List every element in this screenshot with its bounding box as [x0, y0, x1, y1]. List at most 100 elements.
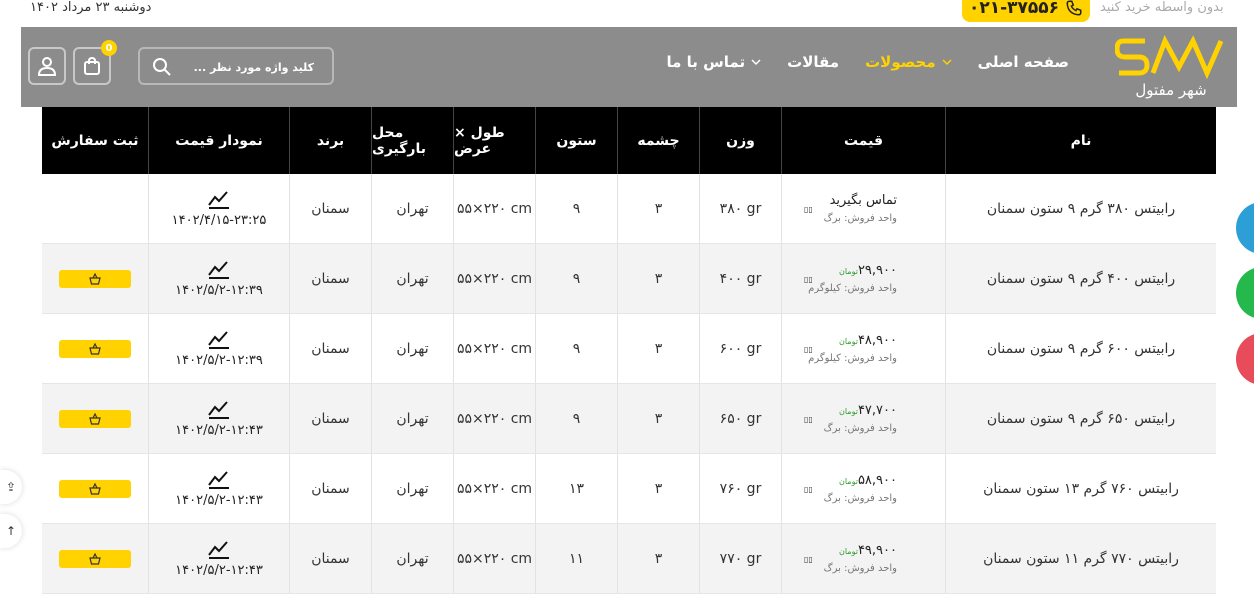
add-to-cart-button[interactable] — [59, 409, 131, 428]
product-columns: ۹ — [535, 174, 617, 243]
product-price: ۴۹,۹۰۰تومان واحد فروش: برگ ▯▯ — [781, 524, 945, 593]
line-chart-icon — [208, 261, 229, 279]
chevron-down-icon — [751, 59, 761, 66]
main-nav: صفحه اصلی محصولات مقالات تماس با ما — [666, 53, 1069, 71]
whatsapp-float-button[interactable] — [1236, 267, 1254, 319]
price-value: ۵۸,۹۰۰ — [857, 473, 897, 488]
search-input[interactable] — [174, 55, 314, 79]
price-line: ۴۹,۹۰۰تومان — [839, 543, 897, 558]
order-cell — [42, 244, 148, 313]
table-row: رابیتس ۴۰۰ گرم ۹ ستون سمنان ۲۹,۹۰۰تومان وا… — [42, 244, 1216, 314]
site-logo[interactable]: شهر مفتول — [1115, 33, 1227, 99]
phone-number: ۰۲۱-۳۷۵۵۶ — [968, 0, 1060, 18]
sale-unit: واحد فروش: برگ — [823, 213, 897, 224]
product-name[interactable]: رابیتس ۳۸۰ گرم ۹ ستون سمنان — [945, 174, 1216, 243]
basket-icon — [89, 482, 101, 495]
chevron-down-icon — [942, 59, 952, 66]
price-chart-link[interactable]: ۱۴۰۲/۵/۲-۱۲:۳۹ — [148, 314, 289, 383]
nav-contact[interactable]: تماس با ما — [666, 53, 761, 71]
product-location: تهران — [371, 244, 453, 313]
phone-badge[interactable]: ۰۲۱-۳۷۵۵۶ — [962, 0, 1090, 22]
telegram-float-button[interactable] — [1236, 202, 1254, 254]
product-mesh: ۳ — [617, 174, 699, 243]
sale-unit: واحد فروش: برگ — [823, 493, 897, 504]
share-float-icon[interactable]: ⇪ — [0, 470, 22, 504]
product-location: تهران — [371, 174, 453, 243]
product-brand: سمنان — [289, 454, 371, 523]
header-column[interactable]: ستون — [535, 107, 617, 174]
info-icon: ▯▯ — [804, 275, 813, 284]
header-name[interactable]: نام — [945, 107, 1216, 174]
cart-button[interactable]: 0 — [73, 40, 117, 85]
header-size[interactable]: طول × عرض — [453, 107, 535, 174]
price-chart-link[interactable]: ۱۴۰۲/۵/۲-۱۲:۳۹ — [148, 244, 289, 313]
basket-icon — [89, 272, 101, 285]
product-weight: ۷۷۰ gr — [699, 524, 781, 593]
product-name[interactable]: رابیتس ۶۵۰ گرم ۹ ستون سمنان — [945, 384, 1216, 453]
nav-articles[interactable]: مقالات — [787, 53, 839, 71]
search-icon[interactable] — [152, 57, 172, 77]
order-cell — [42, 524, 148, 593]
line-chart-icon — [208, 331, 229, 349]
sale-unit: واحد فروش: برگ — [823, 423, 897, 434]
header-weight[interactable]: وزن — [699, 107, 781, 174]
header-price[interactable]: قیمت — [781, 107, 945, 174]
product-columns: ۹ — [535, 384, 617, 453]
table-body: رابیتس ۳۸۰ گرم ۹ ستون سمنان تماس بگیرید وا… — [42, 174, 1216, 594]
product-brand: سمنان — [289, 174, 371, 243]
price-update-date: ۱۴۰۲/۴/۱۵-۲۳:۲۵ — [171, 213, 267, 228]
add-to-cart-button[interactable] — [59, 339, 131, 358]
table-row: رابیتس ۷۷۰ گرم ۱۱ ستون سمنان ۴۹,۹۰۰تومان و… — [42, 524, 1216, 594]
add-to-cart-button[interactable] — [59, 269, 131, 288]
header-price-chart: نمودار قیمت — [148, 107, 289, 174]
price-line: تماس بگیرید — [830, 193, 897, 208]
price-value: ۴۷,۷۰۰ — [857, 403, 897, 418]
currency-label: تومان — [838, 477, 858, 486]
product-price: ۴۸,۹۰۰تومان واحد فروش: کیلوگرم ▯▯ — [781, 314, 945, 383]
product-columns: ۹ — [535, 314, 617, 383]
price-value: ۴۹,۹۰۰ — [857, 543, 897, 558]
phone-icon — [1066, 0, 1082, 16]
product-name[interactable]: رابیتس ۴۰۰ گرم ۹ ستون سمنان — [945, 244, 1216, 313]
basket-icon — [89, 412, 101, 425]
line-chart-icon — [208, 471, 229, 489]
order-cell — [42, 314, 148, 383]
user-account-button[interactable] — [28, 47, 66, 85]
sale-unit: واحد فروش: کیلوگرم — [808, 283, 897, 294]
product-name[interactable]: رابیتس ۷۷۰ گرم ۱۱ ستون سمنان — [945, 524, 1216, 593]
product-brand: سمنان — [289, 244, 371, 313]
top-bar: دوشنبه ۲۳ مرداد ۱۴۰۲ ۰۲۱-۳۷۵۵۶ بدون واسط… — [0, 0, 1254, 26]
header-location[interactable]: محل بارگیری — [371, 107, 453, 174]
nav-home[interactable]: صفحه اصلی — [978, 53, 1069, 71]
info-icon: ▯▯ — [804, 205, 813, 214]
product-columns: ۹ — [535, 244, 617, 313]
currency-label: تومان — [838, 547, 858, 556]
product-weight: ۶۰۰ gr — [699, 314, 781, 383]
header-eye[interactable]: چشمه — [617, 107, 699, 174]
info-icon: ▯▯ — [804, 485, 813, 494]
price-chart-link[interactable]: ۱۴۰۲/۴/۱۵-۲۳:۲۵ — [148, 174, 289, 243]
currency-label: تومان — [838, 337, 858, 346]
product-location: تهران — [371, 524, 453, 593]
price-update-date: ۱۴۰۲/۵/۲-۱۲:۴۳ — [175, 493, 263, 508]
table-row: رابیتس ۶۵۰ گرم ۹ ستون سمنان ۴۷,۷۰۰تومان وا… — [42, 384, 1216, 454]
price-update-date: ۱۴۰۲/۵/۲-۱۲:۴۳ — [175, 563, 263, 578]
price-line: ۲۹,۹۰۰تومان — [839, 263, 897, 278]
cart-count-badge: 0 — [101, 40, 117, 56]
product-name[interactable]: رابیتس ۷۶۰ گرم ۱۳ ستون سمنان — [945, 454, 1216, 523]
instagram-float-button[interactable] — [1236, 333, 1254, 385]
product-price: ۴۷,۷۰۰تومان واحد فروش: برگ ▯▯ — [781, 384, 945, 453]
header-brand[interactable]: برند — [289, 107, 371, 174]
add-to-cart-button[interactable] — [59, 549, 131, 568]
product-location: تهران — [371, 384, 453, 453]
product-brand: سمنان — [289, 384, 371, 453]
main-header: شهر مفتول صفحه اصلی محصولات مقالات تماس … — [21, 27, 1237, 107]
product-location: تهران — [371, 314, 453, 383]
price-chart-link[interactable]: ۱۴۰۲/۵/۲-۱۲:۴۳ — [148, 524, 289, 593]
price-chart-link[interactable]: ۱۴۰۲/۵/۲-۱۲:۴۳ — [148, 384, 289, 453]
add-to-cart-button[interactable] — [59, 479, 131, 498]
price-chart-link[interactable]: ۱۴۰۲/۵/۲-۱۲:۴۳ — [148, 454, 289, 523]
scroll-top-icon[interactable]: ↑ — [0, 514, 22, 548]
nav-products[interactable]: محصولات — [865, 53, 952, 71]
product-name[interactable]: رابیتس ۶۰۰ گرم ۹ ستون سمنان — [945, 314, 1216, 383]
